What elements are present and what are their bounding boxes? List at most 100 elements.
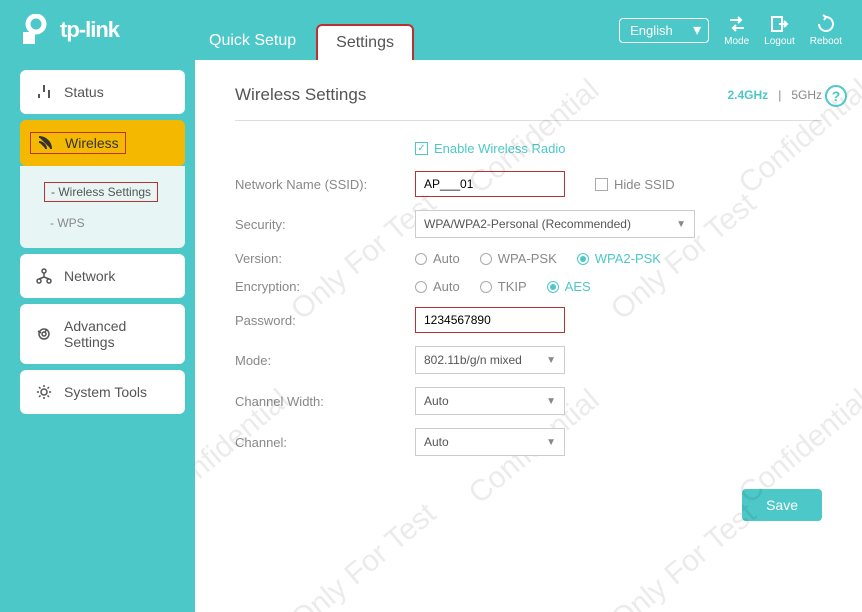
row-version: Version: Auto WPA-PSK WPA2-PSK	[235, 251, 822, 266]
reboot-button[interactable]: Reboot	[810, 14, 842, 47]
checkbox-icon: ✓	[595, 178, 608, 191]
mode-label: Mode:	[235, 353, 415, 368]
sidebar-system-tools-label: System Tools	[64, 384, 147, 400]
encryption-tkip-label: TKIP	[498, 279, 527, 294]
radio-icon	[577, 253, 589, 265]
encryption-label: Encryption:	[235, 279, 415, 294]
encryption-aes-radio[interactable]: AES	[547, 279, 591, 294]
version-label: Version:	[235, 251, 415, 266]
version-wpa2-psk-radio[interactable]: WPA2-PSK	[577, 251, 661, 266]
tab-settings[interactable]: Settings	[316, 24, 414, 60]
logout-button[interactable]: Logout	[764, 14, 795, 47]
sidebar-item-network[interactable]: Network	[20, 254, 185, 298]
channel-width-label: Channel Width:	[235, 394, 415, 409]
tabs: Quick Setup Settings	[189, 0, 414, 60]
radio-icon	[415, 253, 427, 265]
page-title: Wireless Settings	[235, 85, 366, 105]
channel-label: Channel:	[235, 435, 415, 450]
mode-icon	[727, 14, 747, 34]
sidebar-sub-wireless-settings[interactable]: - Wireless Settings	[20, 176, 185, 208]
mode-select[interactable]: 802.11b/g/n mixed ▼	[415, 346, 565, 374]
sidebar-subnav: - Wireless Settings - WPS	[20, 166, 185, 248]
advanced-icon	[36, 326, 52, 342]
radio-icon	[547, 281, 559, 293]
version-wpa-psk-radio[interactable]: WPA-PSK	[480, 251, 557, 266]
main: Status Wireless - Wireless Settings - WP…	[0, 60, 862, 612]
logout-label: Logout	[764, 36, 795, 47]
language-value: English	[619, 18, 709, 43]
security-label: Security:	[235, 217, 415, 232]
version-wpa-psk-label: WPA-PSK	[498, 251, 557, 266]
freq-24ghz[interactable]: 2.4GHz	[728, 88, 769, 102]
radio-icon	[480, 253, 492, 265]
channel-value: Auto	[424, 435, 449, 449]
watermark: Only For Test	[285, 497, 443, 612]
row-channel-width: Channel Width: Auto ▼	[235, 387, 822, 415]
mode-label: Mode	[724, 36, 749, 47]
sidebar-item-system-tools[interactable]: System Tools	[20, 370, 185, 414]
enable-wireless-radio-label: Enable Wireless Radio	[434, 141, 566, 156]
sidebar: Status Wireless - Wireless Settings - WP…	[0, 60, 195, 612]
chevron-down-icon: ▼	[546, 437, 556, 448]
mode-button[interactable]: Mode	[724, 14, 749, 47]
chevron-down-icon: ▼	[676, 219, 686, 230]
sidebar-sub-wps[interactable]: - WPS	[20, 208, 185, 238]
chevron-down-icon: ▼	[546, 396, 556, 407]
logo-text: tp-link	[60, 17, 119, 43]
enable-wireless-radio-checkbox[interactable]: ✓ Enable Wireless Radio	[415, 141, 822, 156]
help-button[interactable]: ?	[825, 85, 847, 107]
frequency-toggle: 2.4GHz | 5GHz	[728, 88, 823, 102]
row-mode: Mode: 802.11b/g/n mixed ▼	[235, 346, 822, 374]
row-encryption: Encryption: Auto TKIP AES	[235, 279, 822, 294]
language-select[interactable]: English ▾	[619, 18, 709, 43]
checkbox-icon: ✓	[415, 142, 428, 155]
ssid-input[interactable]	[415, 171, 565, 197]
version-auto-label: Auto	[433, 251, 460, 266]
row-password: Password:	[235, 307, 822, 333]
header: tp-link Quick Setup Settings English ▾ M…	[0, 0, 862, 60]
encryption-tkip-radio[interactable]: TKIP	[480, 279, 527, 294]
radio-icon	[480, 281, 492, 293]
ssid-label: Network Name (SSID):	[235, 177, 415, 192]
freq-separator: |	[778, 88, 781, 102]
row-channel: Channel: Auto ▼	[235, 428, 822, 456]
tp-link-logo-icon	[20, 14, 52, 46]
row-security: Security: WPA/WPA2-Personal (Recommended…	[235, 210, 822, 238]
mode-value: 802.11b/g/n mixed	[424, 353, 522, 367]
password-input[interactable]	[415, 307, 565, 333]
system-tools-icon	[36, 384, 52, 400]
channel-select[interactable]: Auto ▼	[415, 428, 565, 456]
channel-width-value: Auto	[424, 394, 449, 408]
sub-wireless-settings-label: Wireless Settings	[58, 185, 151, 199]
sidebar-status-label: Status	[64, 84, 104, 100]
sidebar-item-advanced[interactable]: Advanced Settings	[20, 304, 185, 364]
tab-quick-setup[interactable]: Quick Setup	[189, 22, 316, 60]
sub-wps-label: WPS	[57, 216, 84, 230]
encryption-auto-label: Auto	[433, 279, 460, 294]
sidebar-item-wireless[interactable]: Wireless	[20, 120, 185, 166]
channel-width-select[interactable]: Auto ▼	[415, 387, 565, 415]
content-header: Wireless Settings 2.4GHz | 5GHz	[235, 85, 822, 121]
freq-5ghz[interactable]: 5GHz	[791, 88, 822, 102]
chevron-down-icon: ▼	[546, 355, 556, 366]
version-wpa2-psk-label: WPA2-PSK	[595, 251, 661, 266]
password-label: Password:	[235, 313, 415, 328]
hide-ssid-checkbox[interactable]: ✓ Hide SSID	[595, 177, 675, 192]
sidebar-advanced-label: Advanced Settings	[64, 318, 169, 350]
version-auto-radio[interactable]: Auto	[415, 251, 460, 266]
logo: tp-link	[20, 14, 119, 46]
reboot-icon	[816, 14, 836, 34]
watermark: Only For Test	[605, 497, 763, 612]
sidebar-wireless-label: Wireless	[65, 135, 119, 151]
network-icon	[36, 268, 52, 284]
encryption-auto-radio[interactable]: Auto	[415, 279, 460, 294]
row-ssid: Network Name (SSID): ✓ Hide SSID	[235, 171, 822, 197]
save-button[interactable]: Save	[742, 489, 822, 521]
security-select[interactable]: WPA/WPA2-Personal (Recommended) ▼	[415, 210, 695, 238]
reboot-label: Reboot	[810, 36, 842, 47]
status-icon	[36, 84, 52, 100]
header-right: English ▾ Mode Logout Reboot	[619, 14, 842, 47]
hide-ssid-label: Hide SSID	[614, 177, 675, 192]
sidebar-item-status[interactable]: Status	[20, 70, 185, 114]
security-value: WPA/WPA2-Personal (Recommended)	[424, 217, 631, 231]
